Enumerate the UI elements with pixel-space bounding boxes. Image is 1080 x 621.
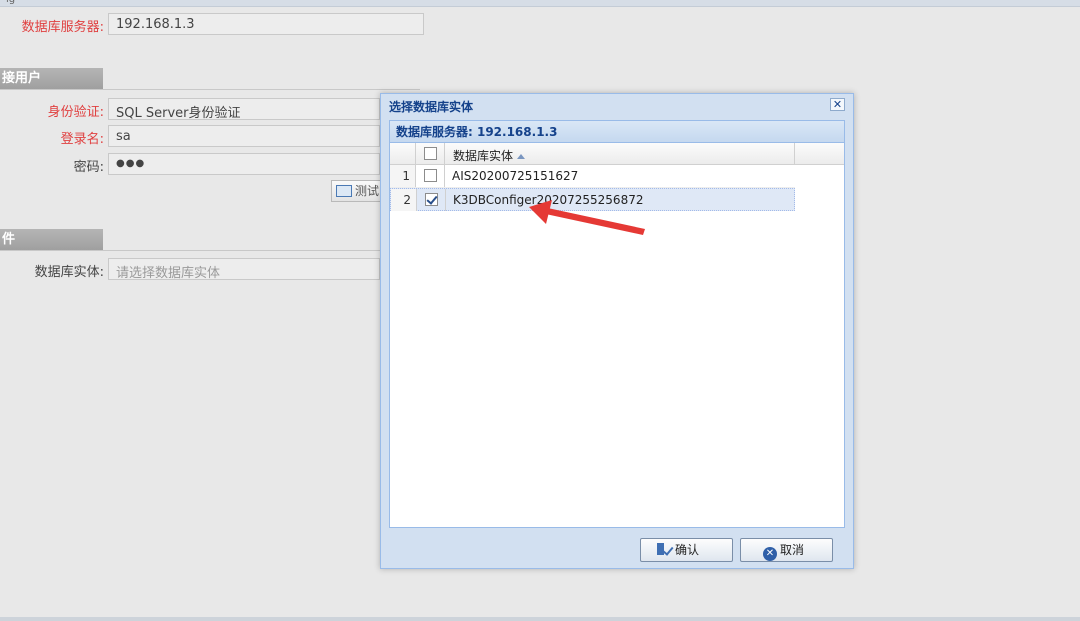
arrow-shaft	[541, 207, 645, 235]
annotation-arrow-icon	[529, 200, 645, 235]
arrow-head	[529, 200, 552, 224]
